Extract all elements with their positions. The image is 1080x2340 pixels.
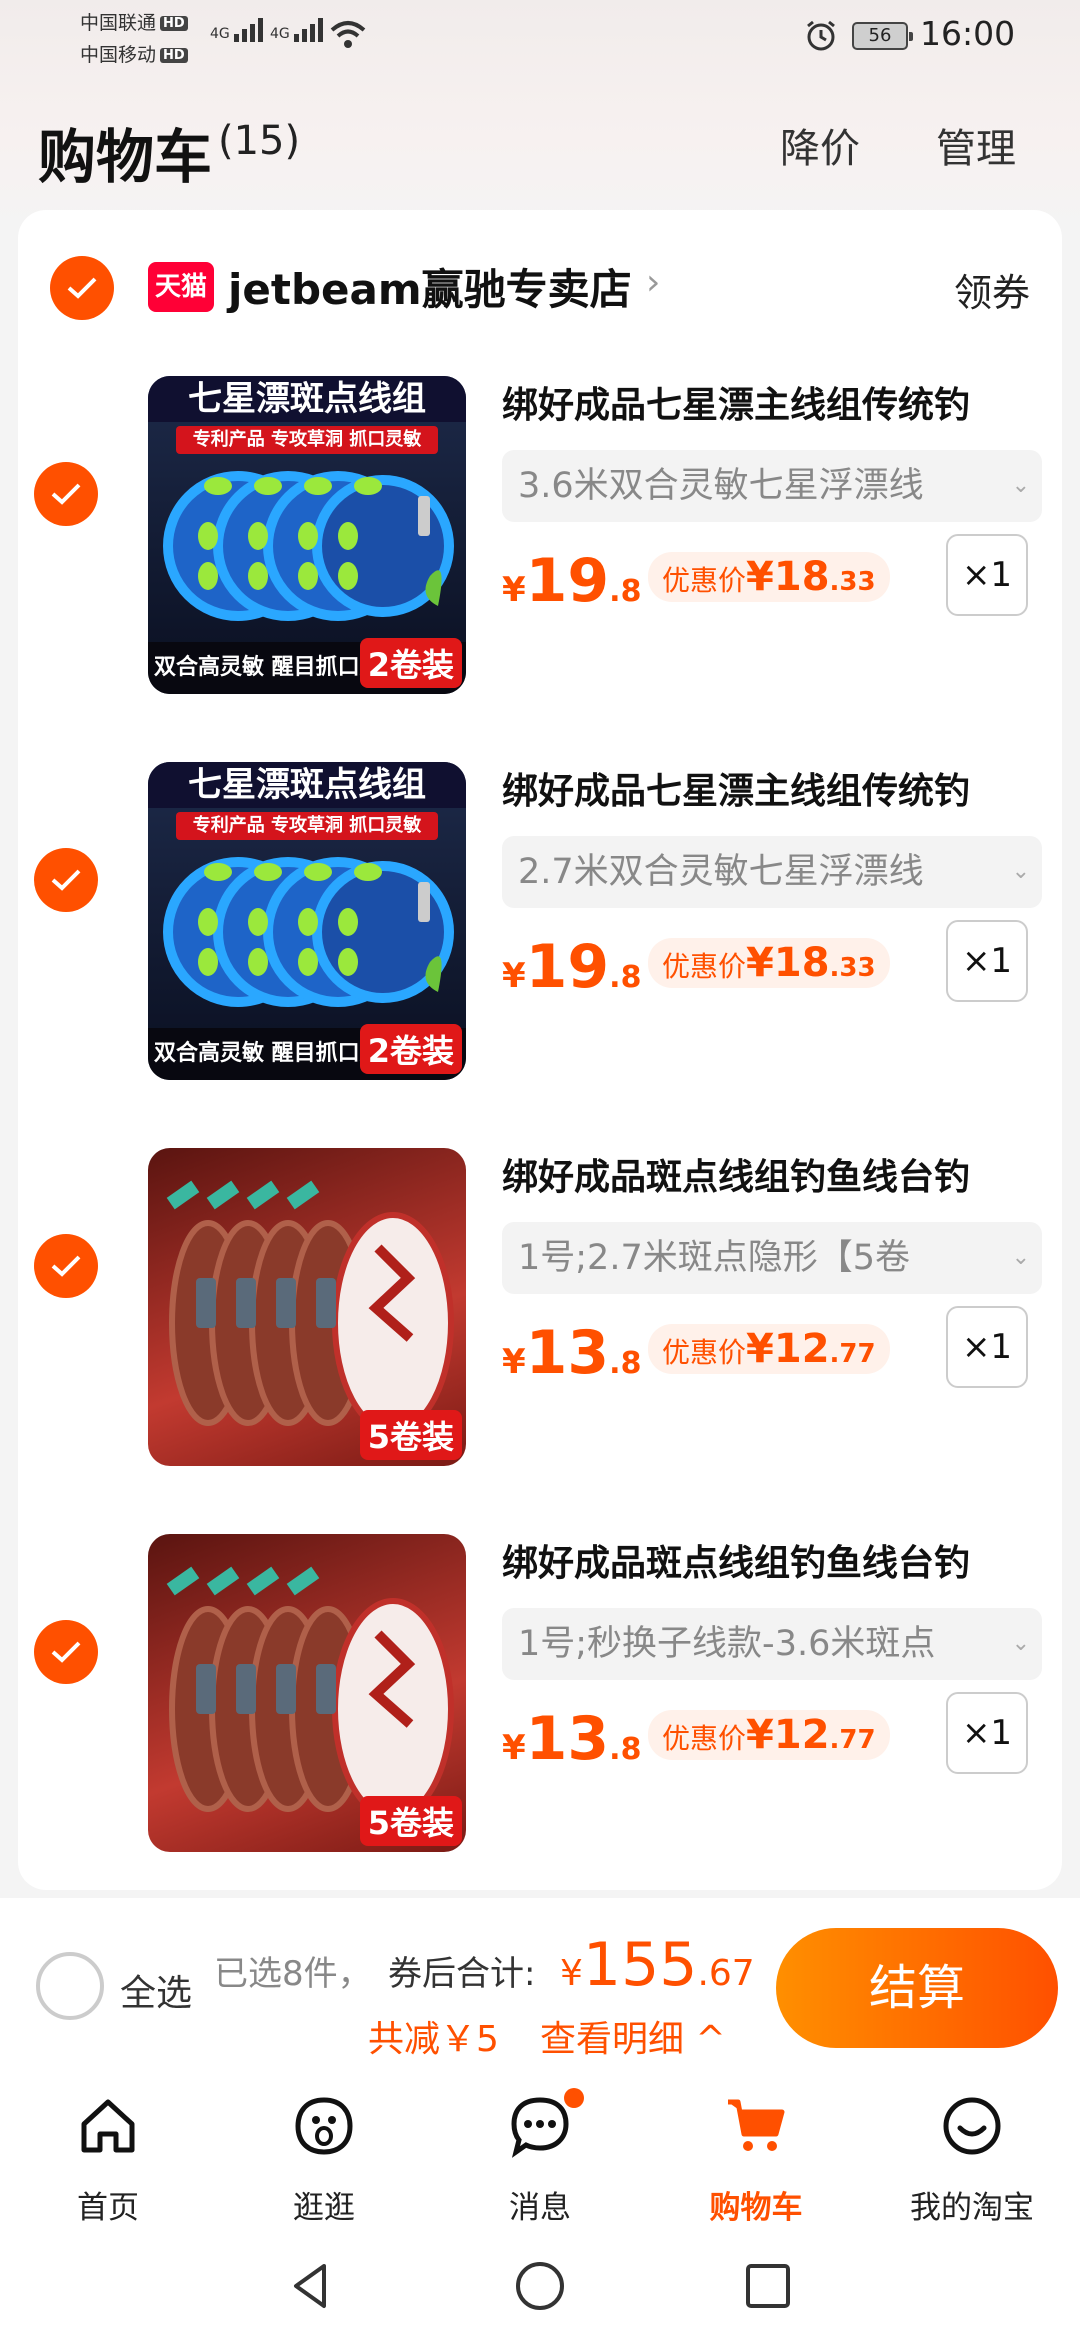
cart-item[interactable]: 5卷装 绑好成品斑点线组钓鱼线台钓 1号;秒换子线款-3.6米斑点 ⌄ ¥13.… xyxy=(18,1534,1062,1920)
shop-name[interactable]: jetbeam赢驰专卖店 xyxy=(228,256,632,317)
total-label: 券后合计: xyxy=(388,1954,536,1994)
sku-selector[interactable]: 3.6米双合灵敏七星浮漂线 ⌄ xyxy=(502,450,1042,522)
check-icon xyxy=(51,869,81,891)
item-price: ¥19.8 xyxy=(502,932,642,1002)
wifi-icon xyxy=(330,21,366,48)
manage-button[interactable]: 管理 xyxy=(936,116,1016,174)
carrier-1: 中国联通 HD xyxy=(80,8,188,35)
sku-label: 3.6米双合灵敏七星浮漂线 xyxy=(518,466,924,506)
product-image[interactable]: 七星漂斑点线组 专利产品 专攻草洞 抓口灵敏 双合高灵敏 醒目抓口灵 2卷装 xyxy=(148,762,466,1080)
alarm-icon xyxy=(807,20,835,51)
checkout-bar: 全选 已选8件， 券后合计: ¥155.67 共减￥5 查看明细 ^ 结算 xyxy=(0,1898,1080,2084)
promo-price-badge: 优惠价¥18.33 xyxy=(648,552,890,602)
check-icon xyxy=(51,1641,81,1663)
status-bar: 中国联通 HD 中国移动 HD 4G 4G 56 16:00 xyxy=(0,0,1080,72)
quantity-stepper[interactable]: ×1 xyxy=(946,1306,1028,1388)
carrier-2: 中国移动 HD xyxy=(80,40,188,67)
image-title: 七星漂斑点线组 xyxy=(148,376,466,422)
promo-price-badge: 优惠价¥12.77 xyxy=(648,1710,890,1760)
promo-price-badge: 优惠价¥12.77 xyxy=(648,1324,890,1374)
shop-header: 天猫 jetbeam赢驰专卖店 › 领券 xyxy=(18,210,1062,350)
message-icon xyxy=(511,2097,569,2158)
checkout-button[interactable]: 结算 xyxy=(776,1928,1058,2048)
view-details-button[interactable]: 查看明细 ^ xyxy=(540,2010,726,2062)
clock: 16:00 xyxy=(920,14,1016,53)
recent-apps-icon[interactable] xyxy=(738,2256,798,2316)
coupon-button[interactable]: 领券 xyxy=(954,262,1030,317)
tab-my-taobao[interactable]: 我的淘宝 xyxy=(864,2084,1080,2234)
promo-price-badge: 优惠价¥18.33 xyxy=(648,938,890,988)
item-checkbox[interactable] xyxy=(34,462,98,526)
product-image[interactable]: 5卷装 xyxy=(148,1534,466,1852)
price-drop-button[interactable]: 降价 xyxy=(780,116,860,174)
product-name[interactable]: 绑好成品斑点线组钓鱼线台钓 xyxy=(502,1148,1042,1200)
sku-label: 1号;秒换子线款-3.6米斑点 xyxy=(518,1624,936,1664)
browse-icon xyxy=(295,2097,353,2155)
bottom-tab-bar: 首页 逛逛 消息 购物车 我的淘宝 xyxy=(0,2084,1080,2234)
pack-badge: 2卷装 xyxy=(359,1024,462,1074)
tab-cart[interactable]: 购物车 xyxy=(648,2084,864,2234)
cart-item[interactable]: 5卷装 绑好成品斑点线组钓鱼线台钓 1号;2.7米斑点隐形【5卷 ⌄ ¥13.8… xyxy=(18,1148,1062,1534)
shop-checkbox[interactable] xyxy=(50,256,114,320)
discount-text: 共减￥5 xyxy=(368,2019,499,2060)
cart-count: (15) xyxy=(218,118,301,164)
selected-count: 已选8件， xyxy=(214,1954,372,1994)
tab-browse[interactable]: 逛逛 xyxy=(216,2084,432,2234)
cart-item[interactable]: 七星漂斑点线组 专利产品 专攻草洞 抓口灵敏 双合高灵敏 醒目抓口灵 2卷装 绑… xyxy=(18,762,1062,1148)
pack-badge: 5卷装 xyxy=(359,1796,462,1846)
image-subtitle: 专利产品 专攻草洞 抓口灵敏 xyxy=(176,426,438,454)
item-price: ¥13.8 xyxy=(502,1704,642,1774)
item-checkbox[interactable] xyxy=(34,848,98,912)
signal-icon: 4G xyxy=(270,18,326,46)
sku-selector[interactable]: 2.7米双合灵敏七星浮漂线 ⌄ xyxy=(502,836,1042,908)
select-all-radio[interactable] xyxy=(36,1952,104,2020)
quantity-stepper[interactable]: ×1 xyxy=(946,534,1028,616)
signal-icon: 4G xyxy=(210,18,266,46)
image-title: 七星漂斑点线组 xyxy=(148,762,466,808)
quantity-stepper[interactable]: ×1 xyxy=(946,1692,1028,1774)
item-price: ¥13.8 xyxy=(502,1318,642,1388)
product-name[interactable]: 绑好成品七星漂主线组传统钓 xyxy=(502,376,1042,428)
tab-home[interactable]: 首页 xyxy=(0,2084,216,2234)
item-price: ¥19.8 xyxy=(502,546,642,616)
sku-label: 1号;2.7米斑点隐形【5卷 xyxy=(518,1238,910,1278)
select-all-label[interactable]: 全选 xyxy=(120,1964,192,2016)
check-icon xyxy=(51,483,81,505)
cart-icon xyxy=(728,2099,785,2151)
back-icon[interactable] xyxy=(282,2256,342,2316)
system-nav-bar xyxy=(0,2234,1080,2340)
sku-selector[interactable]: 1号;2.7米斑点隐形【5卷 ⌄ xyxy=(502,1222,1042,1294)
product-image[interactable]: 七星漂斑点线组 专利产品 专攻草洞 抓口灵敏 双合高灵敏 醒目抓口灵 2卷装 xyxy=(148,376,466,694)
check-icon xyxy=(67,277,97,299)
item-checkbox[interactable] xyxy=(34,1620,98,1684)
check-icon xyxy=(51,1255,81,1277)
sku-label: 2.7米双合灵敏七星浮漂线 xyxy=(518,852,924,892)
pack-badge: 2卷装 xyxy=(359,638,462,688)
tab-messages[interactable]: 消息 xyxy=(432,2084,648,2234)
chevron-down-icon: ⌄ xyxy=(1011,1245,1030,1270)
cart-item[interactable]: 七星漂斑点线组 专利产品 专攻草洞 抓口灵敏 双合高灵敏 醒目抓口灵 2卷装 绑… xyxy=(18,376,1062,762)
battery-icon: 56 xyxy=(852,22,913,50)
product-name[interactable]: 绑好成品七星漂主线组传统钓 xyxy=(502,762,1042,814)
chevron-down-icon: ⌄ xyxy=(1011,473,1030,498)
product-name[interactable]: 绑好成品斑点线组钓鱼线台钓 xyxy=(502,1534,1042,1586)
home-nav-icon[interactable] xyxy=(510,2256,570,2316)
product-image[interactable]: 5卷装 xyxy=(148,1148,466,1466)
chevron-down-icon: ⌄ xyxy=(1011,1631,1030,1656)
home-icon xyxy=(81,2099,135,2153)
tmall-logo: 天猫 xyxy=(148,262,214,312)
pack-badge: 5卷装 xyxy=(359,1410,462,1460)
total-price: ¥155.67 xyxy=(560,1930,755,2000)
image-subtitle: 专利产品 专攻草洞 抓口灵敏 xyxy=(176,812,438,840)
item-checkbox[interactable] xyxy=(34,1234,98,1298)
profile-icon xyxy=(943,2097,1001,2155)
chevron-down-icon: ⌄ xyxy=(1011,859,1030,884)
page-title: 购物车 xyxy=(38,123,213,191)
sku-selector[interactable]: 1号;秒换子线款-3.6米斑点 ⌄ xyxy=(502,1608,1042,1680)
chevron-right-icon[interactable]: › xyxy=(646,262,660,303)
quantity-stepper[interactable]: ×1 xyxy=(946,920,1028,1002)
notification-dot xyxy=(564,2088,584,2108)
